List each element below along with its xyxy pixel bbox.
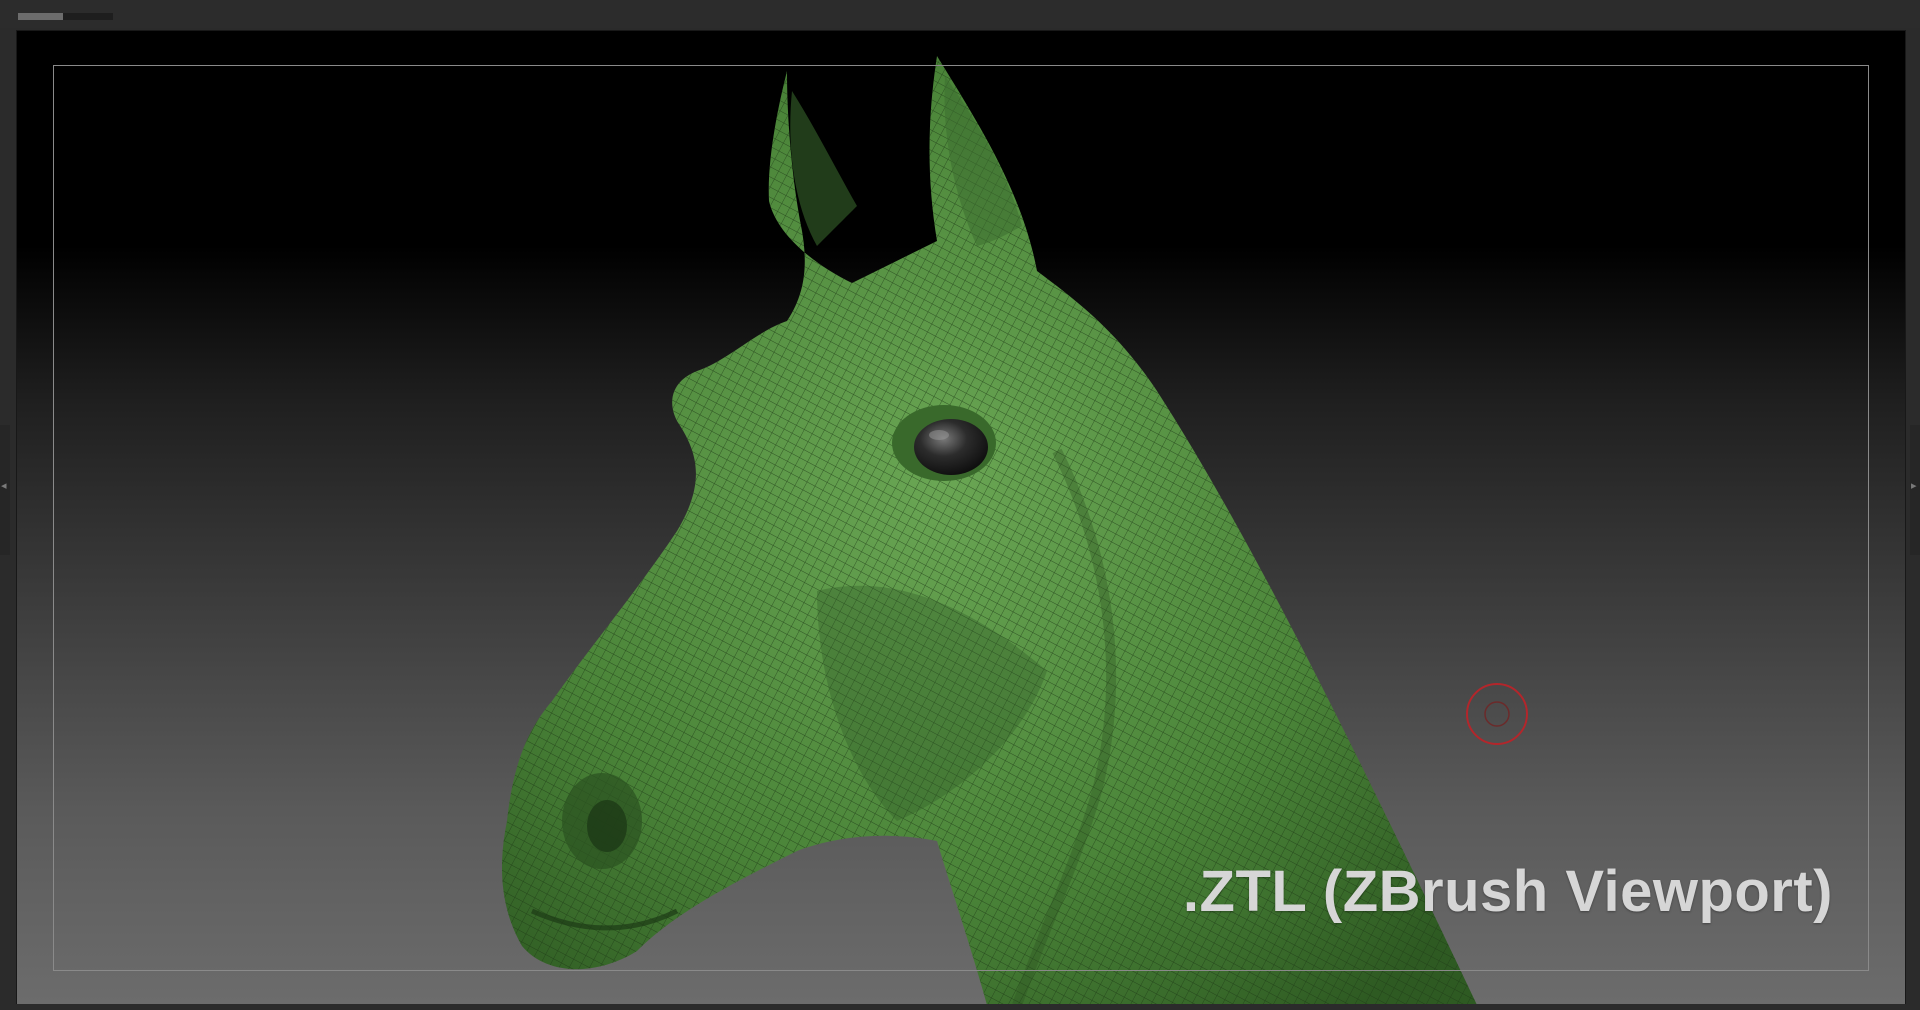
horse-eye xyxy=(914,419,988,475)
collapse-right-icon: ▸ xyxy=(1911,480,1917,492)
bottom-bar xyxy=(0,1004,1920,1010)
top-toolbar xyxy=(0,0,1920,28)
viewport-caption: .ZTL (ZBrush Viewport) xyxy=(1182,859,1833,924)
collapse-left-icon: ◂ xyxy=(1,480,7,492)
progress-fill xyxy=(18,13,63,20)
progress-bar xyxy=(18,13,113,20)
viewport-canvas[interactable]: .ZTL (ZBrush Viewport) xyxy=(16,30,1906,1006)
brush-cursor-icon xyxy=(1466,683,1528,745)
left-tray-handle[interactable]: ◂ xyxy=(0,425,10,555)
right-tray-handle[interactable]: ▸ xyxy=(1910,425,1920,555)
